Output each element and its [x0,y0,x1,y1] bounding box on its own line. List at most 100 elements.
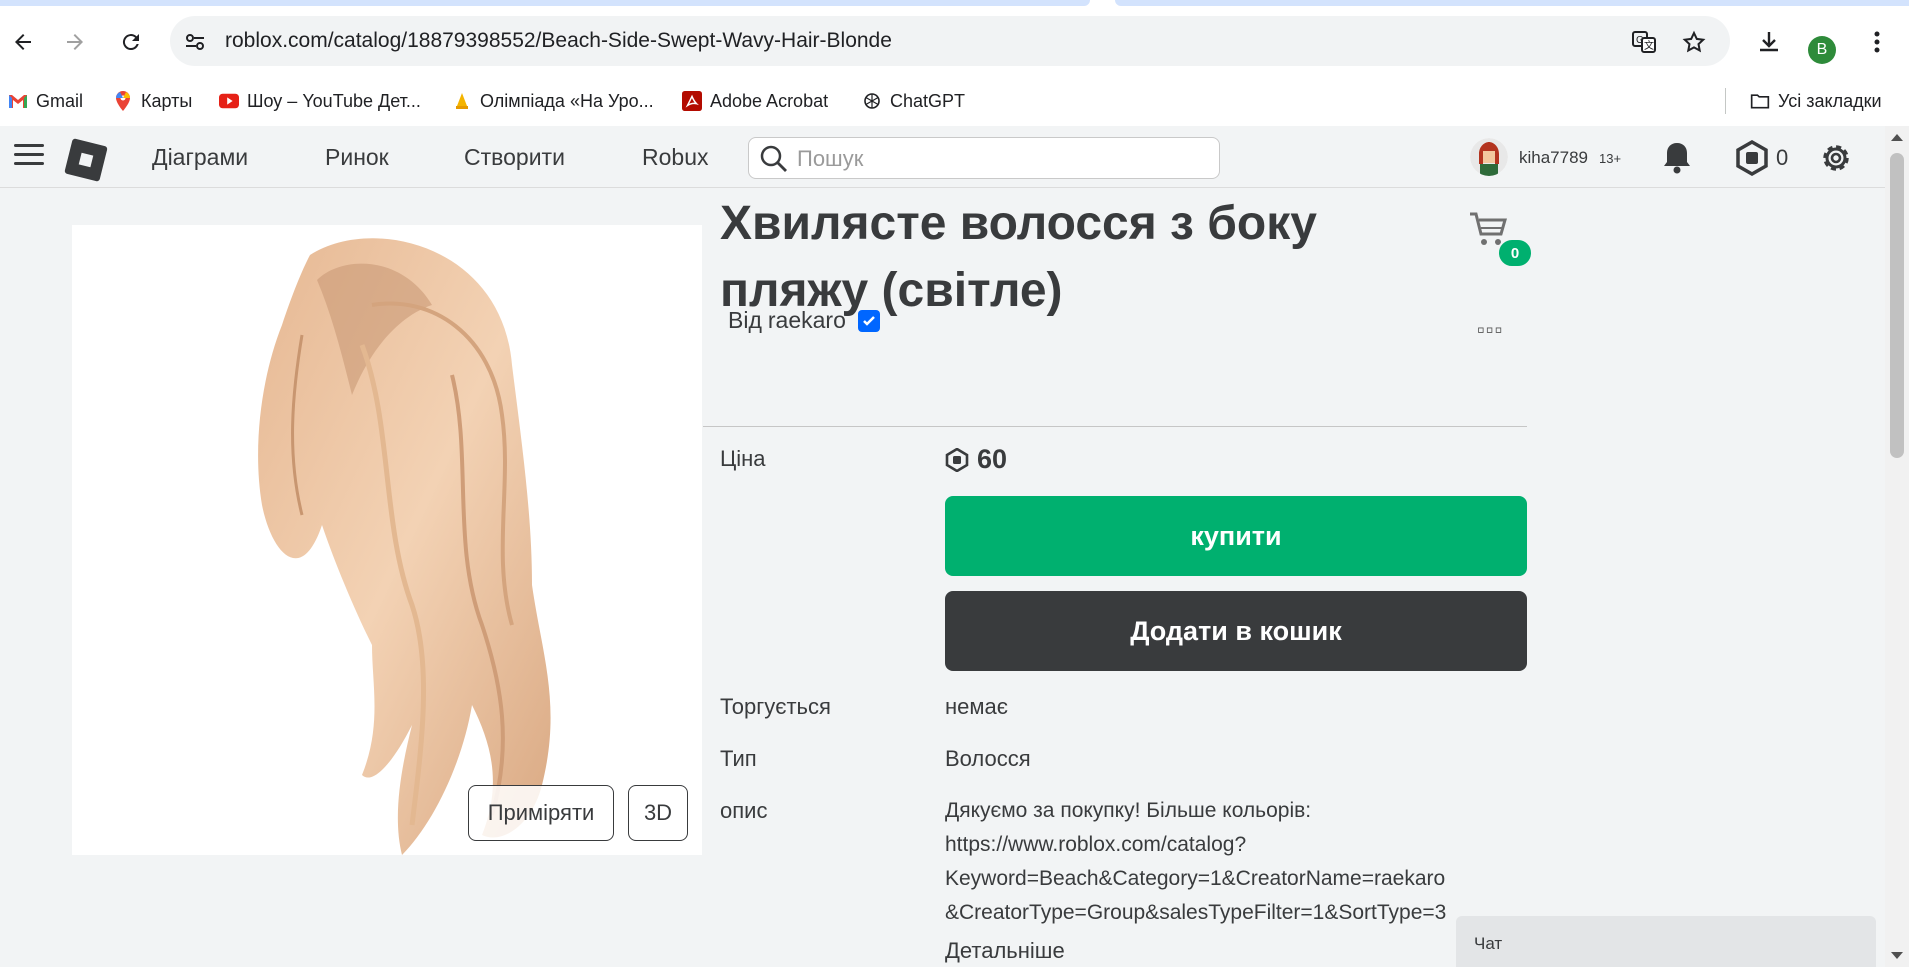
folder-icon [1750,91,1770,111]
bookmark-maps[interactable]: Карты [113,86,192,116]
hamburger-menu-icon[interactable] [14,144,44,170]
youtube-icon [219,91,239,111]
scroll-up-arrow-icon[interactable] [1891,134,1903,141]
bookmark-label: Шоу – YouTube Дет... [247,90,421,111]
roblox-header: Діаграми Ринок Створити Robux kiha7789 1… [0,126,1885,188]
browser-toolbar: roblox.com/catalog/18879398552/Beach-Sid… [0,8,1909,76]
forward-button[interactable] [59,26,91,58]
back-arrow-icon [15,34,31,50]
translate-icon[interactable]: G文 [1630,28,1658,56]
chatgpt-icon [862,91,882,111]
price-label: Ціна [720,446,766,471]
chat-panel[interactable]: Чат [1456,916,1876,967]
creator-line: Від raekaro [728,307,880,334]
try-on-button[interactable]: Приміряти [468,785,614,841]
gmail-icon [8,91,28,111]
price-amount: 60 [977,444,1008,474]
hair-image [258,238,551,855]
description-link[interactable]: &CreatorType=Group&salesTypeFilter=1&Sor… [945,896,1535,930]
bookmark-label: Олімпіада «На Уро... [480,90,654,111]
price-value: 60 [945,444,1007,475]
robux-balance[interactable]: 0 [1776,145,1788,171]
settings-button[interactable] [1817,139,1855,177]
avatar[interactable] [1470,138,1508,176]
roblox-page: Діаграми Ринок Створити Robux kiha7789 1… [0,126,1885,967]
gear-icon [1823,145,1849,171]
forward-arrow-icon [67,34,83,50]
bookmark-label: ChatGPT [890,90,966,111]
type-label: Тип [720,746,757,771]
bookmark-label: Gmail [36,90,84,111]
olympiad-icon [452,91,472,111]
cart-count-badge: 0 [1497,238,1533,268]
verified-badge-icon [857,309,880,332]
robux-icon [945,447,969,472]
reload-button[interactable] [115,26,147,58]
username[interactable]: kiha7789 [1519,148,1588,168]
tradable-label: Торгується [720,694,831,719]
browser-tab[interactable] [0,0,1090,6]
scrollbar-thumb[interactable] [1890,153,1904,458]
description-link[interactable]: https://www.roblox.com/catalog? [945,828,1535,862]
tab-strip [0,0,1909,8]
browser-tab[interactable] [1115,0,1909,6]
site-info-icon[interactable] [182,29,208,55]
bookmark-acrobat[interactable]: Adobe Acrobat [682,86,828,116]
age-badge: 13+ [1599,151,1622,166]
kebab-menu-icon [1874,31,1880,53]
reload-icon [122,34,139,51]
all-bookmarks-label: Усі закладки [1778,90,1882,111]
bookmark-youtube[interactable]: Шоу – YouTube Дет... [219,86,421,116]
downloads-button[interactable] [1751,24,1787,60]
scroll-down-arrow-icon[interactable] [1891,952,1903,959]
all-bookmarks-button[interactable]: Усі закладки [1750,86,1882,116]
maps-icon [113,91,133,111]
bookmarks-bar: Gmail Карты Шоу – YouTube Дет... Олімпіа… [0,76,1909,126]
back-button[interactable] [7,26,39,58]
robux-icon [1736,140,1768,176]
nav-charts[interactable]: Діаграми [152,144,248,171]
profile-avatar-button[interactable]: B [1808,36,1836,64]
address-bar[interactable]: roblox.com/catalog/18879398552/Beach-Sid… [170,16,1730,66]
acrobat-icon [682,91,702,111]
browser-menu-button[interactable] [1859,24,1895,60]
notifications-button[interactable] [1658,139,1696,177]
description-label: опис [720,798,768,823]
search-box[interactable] [748,137,1220,179]
bookmark-label: Adobe Acrobat [710,90,829,111]
bookmarks-divider [1725,88,1726,114]
item-title: Хвилясте волосся з боку пляжу (світле) [720,197,1317,317]
description-link[interactable]: Keyword=Beach&Category=1&CreatorName=rae… [945,862,1535,896]
chat-label: Чат [1474,934,1503,953]
page-scrollbar[interactable] [1885,126,1909,967]
description-text: Дякуємо за покупку! Більше кольорів: htt… [945,794,1535,944]
bell-icon [1664,143,1690,174]
tradable-value: немає [945,694,1008,719]
search-icon [760,145,787,172]
creator-link[interactable]: raekaro [768,307,846,334]
bookmark-label: Карты [141,90,193,111]
url-text[interactable]: roblox.com/catalog/18879398552/Beach-Sid… [225,29,892,53]
nav-marketplace[interactable]: Ринок [325,144,389,171]
item-thumbnail: Приміряти 3D [72,225,702,855]
bookmark-olympiad[interactable]: Олімпіада «На Уро... [452,86,654,116]
buy-button[interactable]: купити [945,496,1527,576]
search-input[interactable] [797,144,1197,174]
3d-view-button[interactable]: 3D [628,785,688,841]
svg-text:文: 文 [1644,39,1654,52]
add-to-cart-button[interactable]: Додати в кошик [945,591,1527,671]
roblox-logo[interactable] [64,138,108,182]
bookmark-star-icon[interactable] [1680,28,1708,56]
divider [703,426,1527,427]
description-line: Дякуємо за покупку! Більше кольорів: [945,799,1312,822]
download-icon [1760,32,1778,52]
nav-create[interactable]: Створити [464,144,565,171]
robux-button[interactable] [1733,139,1771,177]
read-more-link[interactable]: Детальніше [945,938,1073,964]
bookmark-gmail[interactable]: Gmail [8,86,83,116]
by-label: Від [728,307,762,333]
bookmark-chatgpt[interactable]: ChatGPT [862,86,965,116]
type-value[interactable]: Волосся [945,746,1031,772]
more-options-icon[interactable]: ▫▫▫ [1477,317,1503,343]
nav-robux[interactable]: Robux [642,144,708,171]
